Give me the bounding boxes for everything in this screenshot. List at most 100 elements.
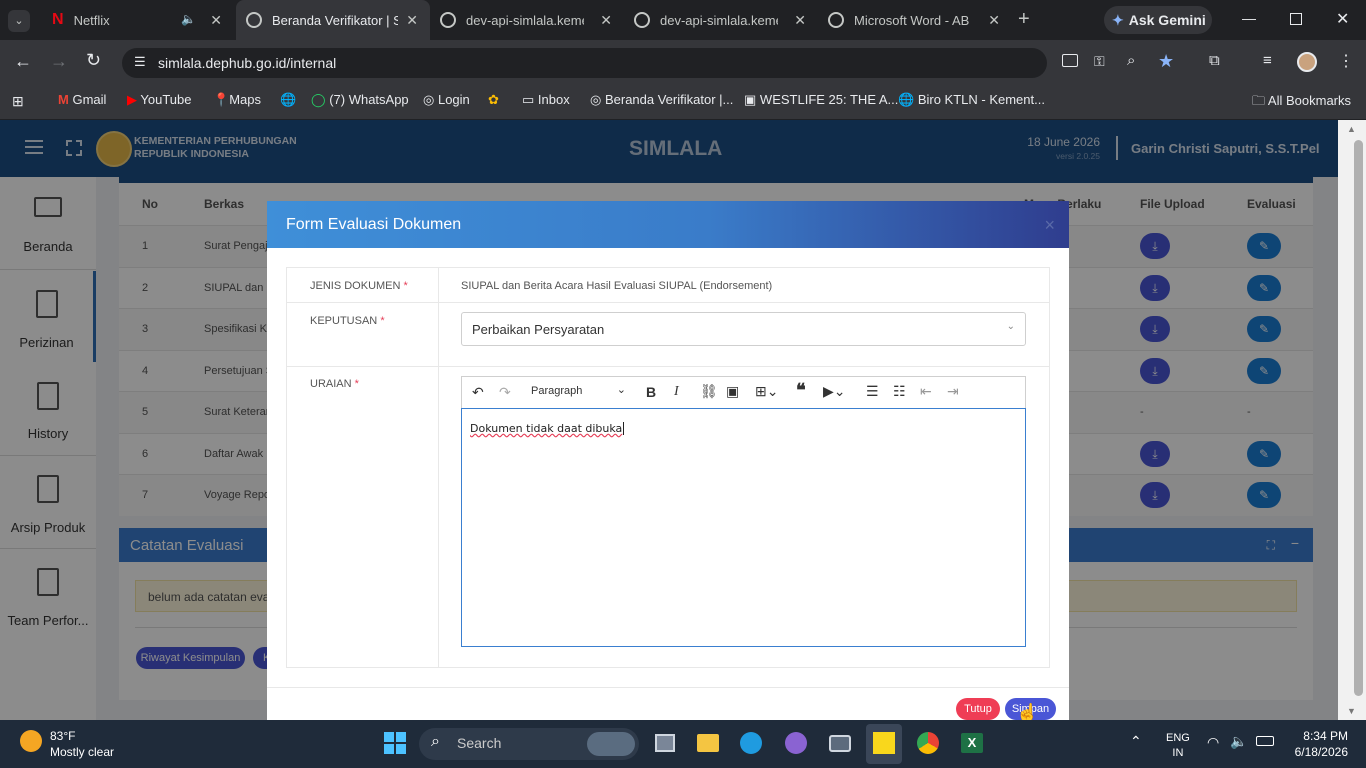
site-favicon-icon xyxy=(440,12,456,28)
bookmark-biro-ktln[interactable]: 🌐 Biro KTLN - Kement... xyxy=(898,92,1045,108)
password-key-icon[interactable]: ⚿ xyxy=(1094,53,1105,70)
taskbar-search[interactable]: ⌕ Search xyxy=(419,728,639,760)
uraian-editor[interactable]: Dokumen tidak daat dibuka xyxy=(461,408,1026,647)
sticky-notes-icon[interactable] xyxy=(866,724,902,764)
apps-grid-icon[interactable]: ⊞ xyxy=(12,93,24,110)
weather-icon[interactable] xyxy=(20,730,42,752)
scroll-up-icon[interactable]: ▲ xyxy=(1347,124,1356,134)
gmail-icon: M xyxy=(58,92,69,107)
insert-media-icon[interactable]: ▶⌄ xyxy=(823,383,846,400)
file-explorer-icon[interactable] xyxy=(697,734,719,752)
browser-menu-icon[interactable]: ⋮ xyxy=(1338,51,1354,71)
battery-icon[interactable] xyxy=(1256,736,1274,746)
uraian-label: URAIAN * xyxy=(310,378,359,390)
zoom-icon[interactable]: ⌕ xyxy=(1127,52,1135,69)
weather-text[interactable]: Mostly clear xyxy=(50,745,114,759)
bookmark-whatsapp[interactable]: ◯ (7) WhatsApp xyxy=(311,92,409,108)
modal-close-icon[interactable]: × xyxy=(1044,215,1055,236)
insert-table-icon[interactable]: ⊞⌄ xyxy=(755,383,778,400)
bookmark-youtube[interactable]: ▶ YouTube xyxy=(127,92,191,108)
bookmark-westlife[interactable]: ▣ WESTLIFE 25: THE A... xyxy=(744,92,898,108)
italic-icon[interactable]: I xyxy=(674,384,679,400)
volume-icon[interactable]: 🔈 xyxy=(1230,733,1247,750)
tab-search-icon[interactable]: ⌄ xyxy=(8,10,30,32)
insert-image-icon[interactable]: ▣ xyxy=(726,383,739,400)
task-view-icon[interactable] xyxy=(655,734,675,752)
bold-icon[interactable]: B xyxy=(646,384,656,400)
back-icon[interactable]: ← xyxy=(14,51,32,72)
minimize-icon[interactable]: — xyxy=(1242,10,1256,26)
tab-dev-api-2[interactable]: dev-api-simlala.kemenh ✕ xyxy=(626,0,818,40)
profile-avatar[interactable] xyxy=(1297,52,1317,72)
site-favicon-icon xyxy=(828,12,844,28)
tutup-button[interactable]: Tutup xyxy=(956,698,1000,720)
page-scrollbar[interactable]: ▲ ▼ xyxy=(1338,120,1366,720)
close-tab-icon[interactable]: ✕ xyxy=(406,12,418,29)
outdent-icon[interactable]: ⇤ xyxy=(920,383,932,400)
weather-temp[interactable]: 83°F xyxy=(50,729,75,743)
search-icon: ⌕ xyxy=(431,733,440,750)
language-indicator[interactable]: ENG IN xyxy=(1166,731,1190,761)
link-icon[interactable]: ⛓ xyxy=(700,383,718,400)
url-text[interactable]: simlala.dephub.go.id/internal xyxy=(158,55,336,71)
tab-dev-api-1[interactable]: dev-api-simlala.kemenh ✕ xyxy=(432,0,624,40)
bookmark-globe[interactable]: 🌐 xyxy=(280,92,296,108)
blockquote-icon[interactable]: ❝ xyxy=(796,380,806,401)
bookmark-beranda[interactable]: ◎ Beranda Verifikator |... xyxy=(590,92,733,108)
extensions-icon[interactable]: ⧉ xyxy=(1209,52,1220,69)
maps-icon: 📍 xyxy=(213,92,230,107)
tab-microsoft-word[interactable]: Microsoft Word - AB 22 ✕ xyxy=(820,0,1012,40)
wifi-icon[interactable]: ◠ xyxy=(1207,734,1219,751)
close-window-icon[interactable]: ✕ xyxy=(1336,9,1349,29)
ask-gemini-button[interactable]: ✦ Ask Gemini xyxy=(1104,6,1212,34)
new-tab-icon[interactable]: + xyxy=(1018,8,1030,31)
site-favicon-icon xyxy=(634,12,650,28)
bookmark-photos[interactable]: ✿ xyxy=(488,92,499,108)
close-tab-icon[interactable]: ✕ xyxy=(210,12,222,29)
undo-icon[interactable]: ↶ xyxy=(472,384,484,401)
keputusan-select[interactable]: Perbaikan Persyaratan ⌄ xyxy=(461,312,1026,346)
modal-header: Form Evaluasi Dokumen × xyxy=(267,201,1069,248)
bookmark-gmail[interactable]: M Gmail xyxy=(58,92,106,107)
redo-icon[interactable]: ↷ xyxy=(499,384,511,401)
scroll-down-icon[interactable]: ▼ xyxy=(1347,706,1356,716)
edge-icon[interactable] xyxy=(740,732,762,754)
bookmark-page-icon: ▣ xyxy=(744,92,757,107)
modal-footer-divider xyxy=(267,687,1069,688)
camera-app-icon[interactable] xyxy=(829,735,851,752)
bookmark-login[interactable]: ◎ Login xyxy=(423,92,470,108)
all-bookmarks[interactable]: 🗀 All Bookmarks xyxy=(1252,92,1351,114)
close-tab-icon[interactable]: ✕ xyxy=(988,12,1000,29)
jenis-dokumen-value: SIUPAL dan Berita Acara Hasil Evaluasi S… xyxy=(461,280,773,292)
close-tab-icon[interactable]: ✕ xyxy=(600,12,612,29)
install-app-icon[interactable] xyxy=(1062,54,1078,67)
windows-start-icon[interactable] xyxy=(384,732,406,754)
tab-beranda-verifikator[interactable]: Beranda Verifikator | Si ✕ xyxy=(236,0,430,40)
bookmark-star-icon[interactable]: ★ xyxy=(1158,51,1174,72)
restore-icon[interactable] xyxy=(1290,13,1302,25)
bookmark-inbox[interactable]: ▭ Inbox xyxy=(522,92,570,108)
whatsapp-icon: ◯ xyxy=(311,92,326,107)
close-tab-icon[interactable]: ✕ xyxy=(794,12,806,29)
indent-icon[interactable]: ⇥ xyxy=(947,383,959,400)
show-hidden-icons[interactable]: ⌃ xyxy=(1130,733,1142,750)
site-info-icon[interactable]: ☰ xyxy=(134,54,146,70)
copilot-icon[interactable] xyxy=(785,732,807,754)
scrollbar-thumb[interactable] xyxy=(1354,140,1363,696)
excel-icon[interactable]: X xyxy=(961,733,983,753)
forward-icon[interactable]: → xyxy=(50,51,68,72)
modal-title: Form Evaluasi Dokumen xyxy=(286,216,462,233)
chrome-icon[interactable] xyxy=(917,732,939,754)
clock-time[interactable]: 8:34 PM xyxy=(1303,729,1348,743)
form-label-column xyxy=(287,268,439,667)
clock-date[interactable]: 6/18/2026 xyxy=(1295,745,1348,759)
bookmark-maps[interactable]: 📍Maps xyxy=(213,92,261,108)
reload-icon[interactable]: ↻ xyxy=(86,50,101,71)
media-control-icon[interactable]: ≡ xyxy=(1263,52,1272,69)
paragraph-style-dropdown[interactable]: Paragraph ⌄ xyxy=(524,384,630,397)
audio-icon[interactable]: 🔈 xyxy=(181,12,196,26)
pinwheel-icon: ✿ xyxy=(488,92,499,107)
tab-netflix[interactable]: N Netflix 🔈 ✕ xyxy=(40,0,234,40)
numbered-list-icon[interactable]: ☷ xyxy=(893,383,906,400)
bulleted-list-icon[interactable]: ☰ xyxy=(866,383,879,400)
